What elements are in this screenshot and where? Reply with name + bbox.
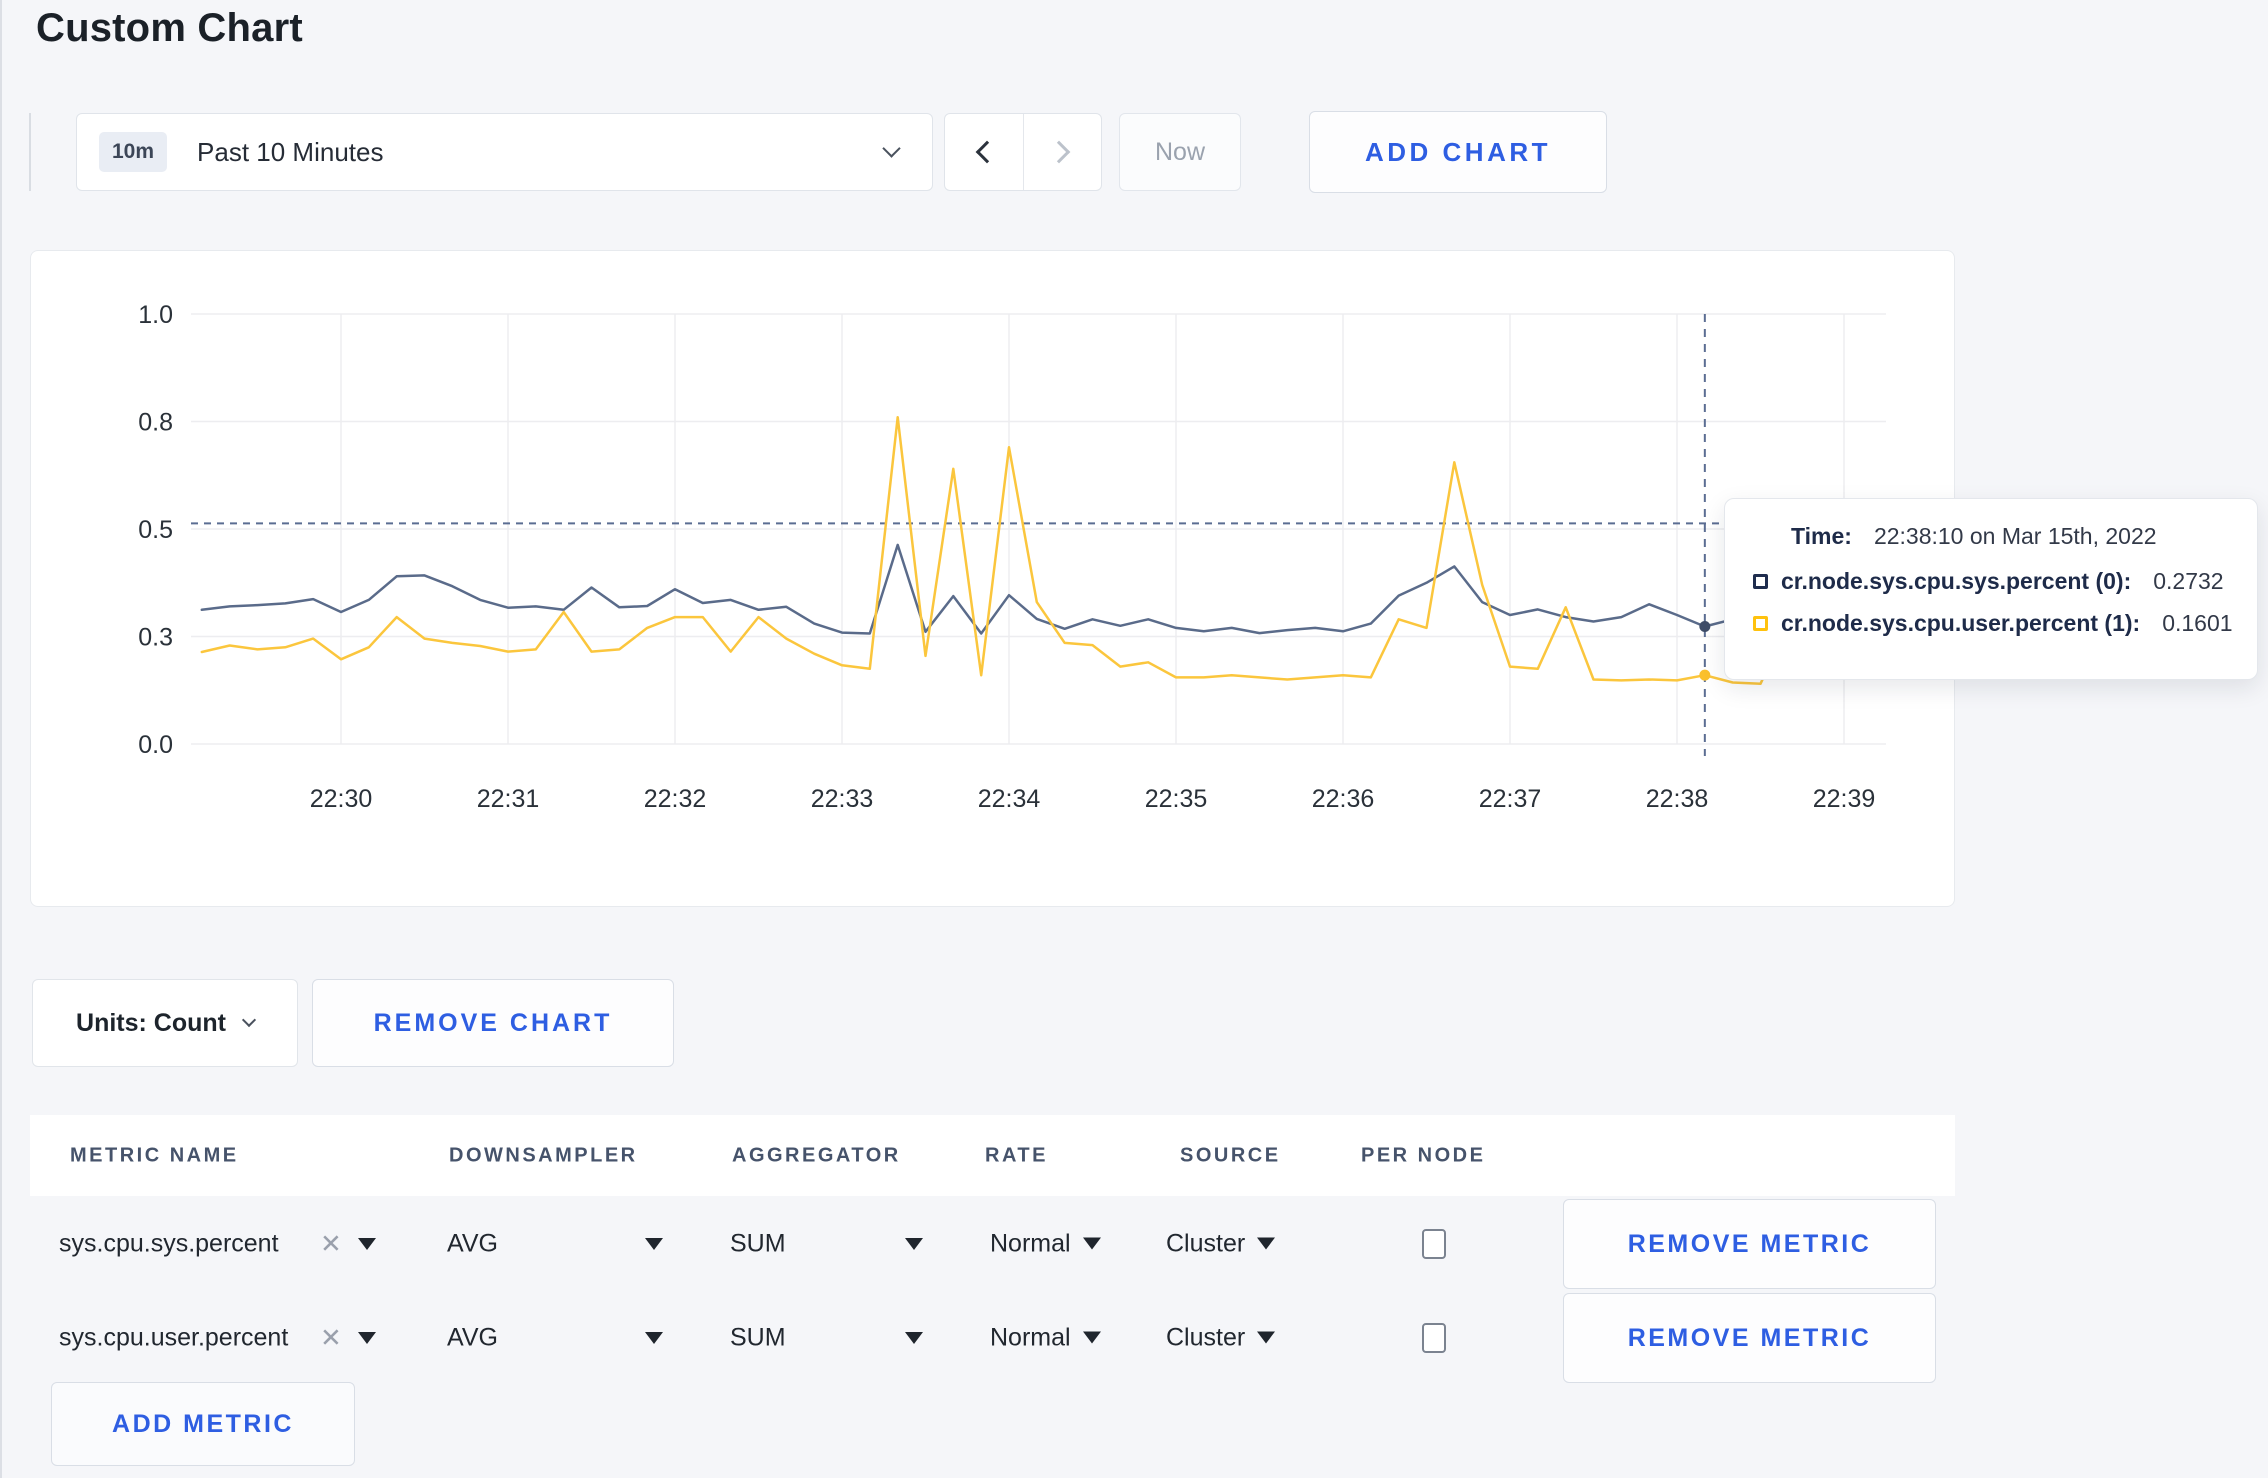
svg-text:22:36: 22:36 — [1312, 785, 1375, 813]
caret-down-icon[interactable] — [905, 1332, 923, 1344]
page-title: Custom Chart — [36, 6, 303, 50]
rate-select[interactable]: Normal — [990, 1324, 1101, 1353]
add-chart-button[interactable]: ADD CHART — [1309, 111, 1607, 193]
col-header-per-node: PER NODE — [1361, 1144, 1486, 1166]
units-select[interactable]: Units: Count — [32, 979, 298, 1067]
caret-down-icon[interactable] — [645, 1238, 663, 1250]
metrics-table-header: METRIC NAME DOWNSAMPLER AGGREGATOR RATE … — [30, 1115, 1955, 1196]
clear-metric-x-icon[interactable]: ✕ — [320, 1229, 342, 1260]
caret-down-icon[interactable] — [358, 1238, 376, 1250]
metric-name-value[interactable]: sys.cpu.sys.percent — [59, 1230, 279, 1259]
chart-card: 0.0 0.3 0.5 0.8 1.0 22:30 22:31 22:32 22:33 22:34… — [30, 250, 1955, 907]
chevron-left-icon — [975, 140, 999, 164]
caret-down-icon — [1257, 1237, 1276, 1250]
svg-text:0.0: 0.0 — [138, 731, 173, 759]
toolbar-divider — [29, 113, 31, 191]
svg-text:22:30: 22:30 — [310, 785, 373, 813]
aggregator-select[interactable]: SUM — [730, 1324, 786, 1353]
svg-text:0.5: 0.5 — [138, 516, 173, 544]
metric-name-value[interactable]: sys.cpu.user.percent — [59, 1324, 288, 1353]
caret-down-icon — [1082, 1331, 1101, 1344]
time-pager — [944, 113, 1102, 191]
col-header-rate: RATE — [985, 1144, 1048, 1166]
svg-text:0.3: 0.3 — [138, 624, 173, 652]
series-sys-swatch-icon — [1753, 574, 1768, 589]
col-header-downsampler: DOWNSAMPLER — [449, 1144, 638, 1166]
downsampler-select[interactable]: AVG — [447, 1324, 498, 1353]
tooltip-series-value: 0.2732 — [2153, 568, 2224, 594]
caret-down-icon[interactable] — [905, 1238, 923, 1250]
svg-text:22:34: 22:34 — [978, 785, 1041, 813]
per-node-checkbox[interactable] — [1422, 1323, 1446, 1353]
tooltip-time-label: Time: — [1791, 523, 1852, 549]
chevron-down-icon — [882, 139, 901, 158]
chart-tooltip: Time: 22:38:10 on Mar 15th, 2022 cr.node… — [1724, 498, 2258, 680]
svg-text:22:38: 22:38 — [1646, 785, 1709, 813]
caret-down-icon[interactable] — [645, 1332, 663, 1344]
now-button[interactable]: Now — [1119, 113, 1241, 191]
per-node-checkbox[interactable] — [1422, 1229, 1446, 1259]
series-user-swatch-icon — [1753, 616, 1768, 631]
metric-row: sys.cpu.user.percent ✕ AVG SUM Normal Cl… — [0, 1292, 2268, 1384]
svg-text:22:37: 22:37 — [1479, 785, 1542, 813]
svg-text:0.8: 0.8 — [138, 409, 173, 437]
rate-select[interactable]: Normal — [990, 1230, 1101, 1259]
chart-svg[interactable]: 0.0 0.3 0.5 0.8 1.0 22:30 22:31 22:32 22:33 22:34… — [31, 251, 1956, 908]
remove-chart-button[interactable]: REMOVE CHART — [312, 979, 674, 1067]
clear-metric-x-icon[interactable]: ✕ — [320, 1323, 342, 1354]
svg-text:22:32: 22:32 — [644, 785, 707, 813]
aggregator-select[interactable]: SUM — [730, 1230, 786, 1259]
next-timeframe-button[interactable] — [1022, 114, 1102, 190]
remove-metric-button[interactable]: REMOVE METRIC — [1563, 1293, 1936, 1383]
remove-metric-button[interactable]: REMOVE METRIC — [1563, 1199, 1936, 1289]
tooltip-time-value: 22:38:10 on Mar 15th, 2022 — [1873, 523, 2157, 549]
tooltip-series-label: cr.node.sys.cpu.sys.percent (0): — [1781, 568, 2132, 594]
chevron-right-icon — [1047, 140, 1071, 164]
svg-text:22:39: 22:39 — [1813, 785, 1876, 813]
add-metric-button[interactable]: ADD METRIC — [51, 1382, 355, 1466]
svg-text:1.0: 1.0 — [138, 301, 173, 329]
source-select[interactable]: Cluster — [1166, 1324, 1276, 1353]
source-select[interactable]: Cluster — [1166, 1230, 1276, 1259]
svg-text:22:31: 22:31 — [477, 785, 540, 813]
col-header-source: SOURCE — [1180, 1144, 1281, 1166]
metric-row: sys.cpu.sys.percent ✕ AVG SUM Normal Clu… — [0, 1198, 2268, 1290]
svg-text:22:33: 22:33 — [811, 785, 874, 813]
prev-timeframe-button[interactable] — [945, 114, 1023, 190]
caret-down-icon[interactable] — [358, 1332, 376, 1344]
time-range-label: Past 10 Minutes — [197, 136, 384, 167]
chevron-down-icon — [241, 1012, 257, 1028]
tooltip-series-label: cr.node.sys.cpu.user.percent (1): — [1781, 610, 2141, 636]
svg-text:22:35: 22:35 — [1145, 785, 1208, 813]
time-range-select[interactable]: 10m Past 10 Minutes — [76, 113, 933, 191]
units-label: Units: Count — [76, 1008, 226, 1037]
caret-down-icon — [1082, 1237, 1101, 1250]
downsampler-select[interactable]: AVG — [447, 1230, 498, 1259]
tooltip-series-value: 0.1601 — [2162, 610, 2233, 636]
col-header-aggregator: AGGREGATOR — [732, 1144, 901, 1166]
caret-down-icon — [1257, 1331, 1276, 1344]
col-header-metric-name: METRIC NAME — [70, 1144, 239, 1166]
time-range-badge: 10m — [99, 132, 168, 172]
